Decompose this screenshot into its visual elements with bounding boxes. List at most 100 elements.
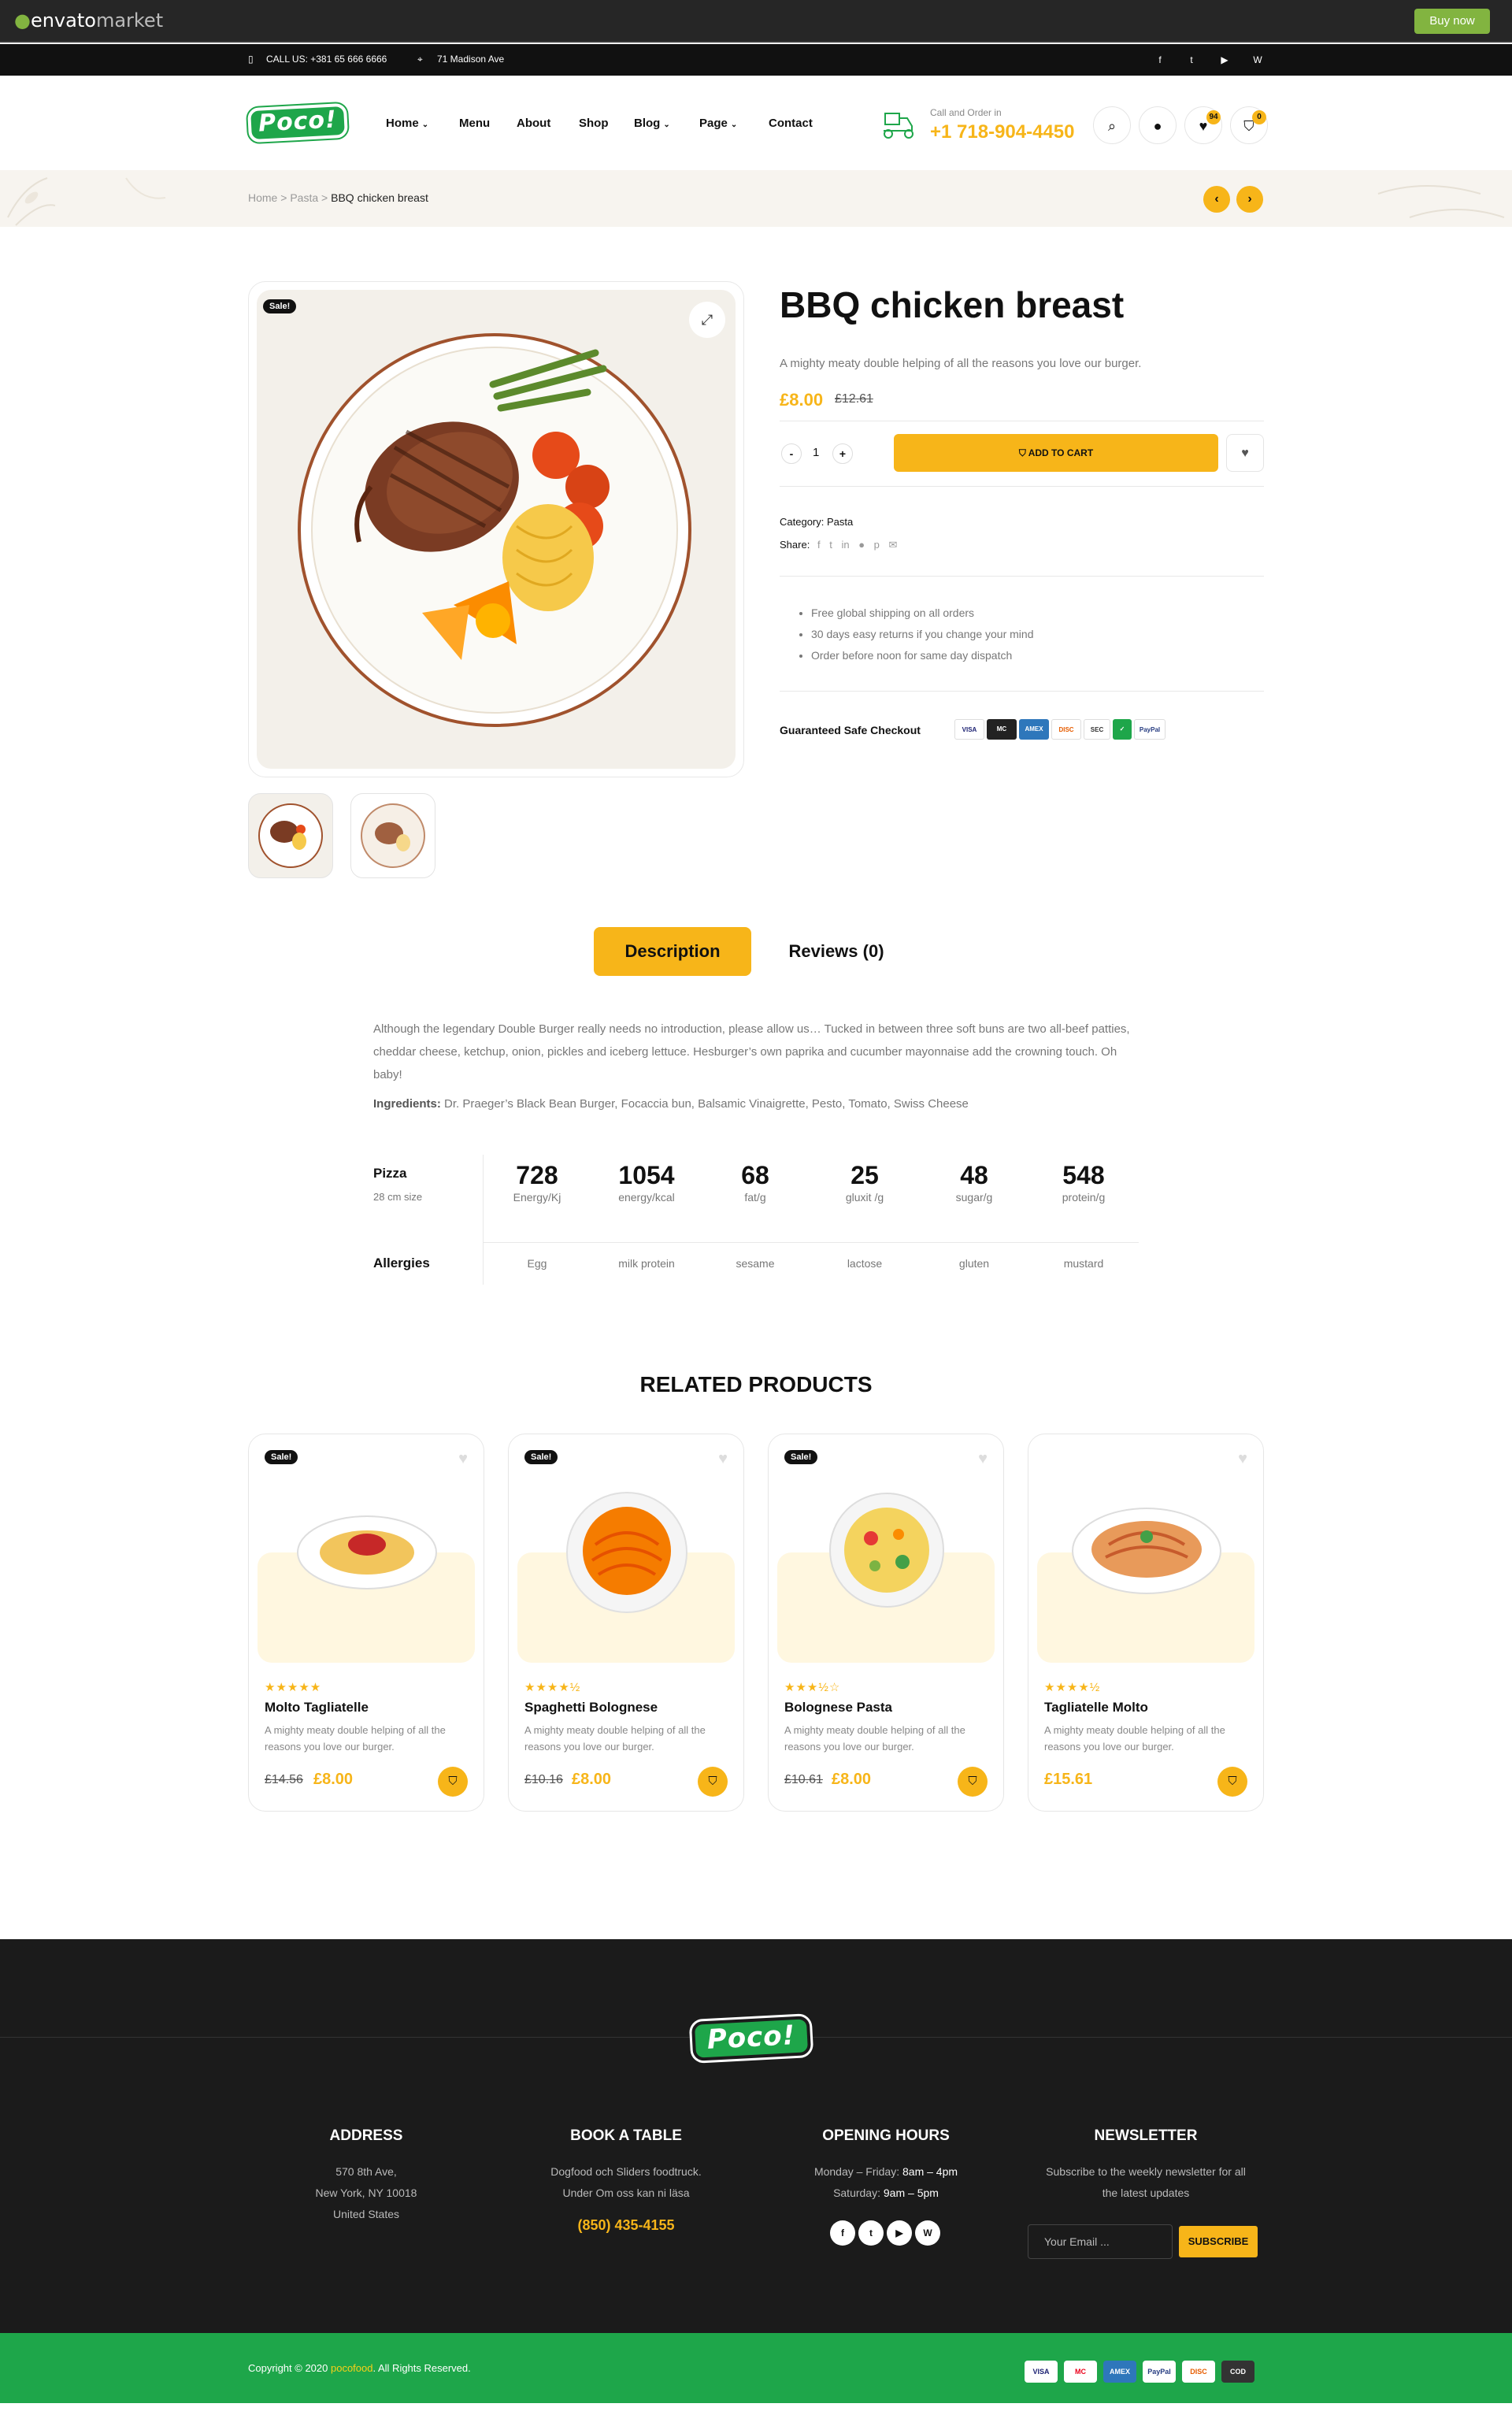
location-icon: ⌖ <box>417 54 423 65</box>
wordpress-icon[interactable]: W <box>1251 53 1265 67</box>
zoom-expand-icon[interactable]: ⤢ <box>689 302 725 338</box>
product-card[interactable]: ♥ ★★★★½ Tagliatelle Molto A mighty meaty… <box>1028 1434 1264 1812</box>
bbq-steak-plate-image <box>298 333 691 727</box>
add-to-cart-button[interactable]: ⛉ ADD TO CART <box>894 434 1218 472</box>
reddit-icon[interactable]: ● <box>858 539 865 551</box>
qty-plus-button[interactable]: + <box>832 443 853 464</box>
youtube-icon[interactable]: ▶ <box>887 2220 912 2246</box>
facebook-icon[interactable]: f <box>817 539 821 551</box>
divider <box>780 691 1264 692</box>
product-card[interactable]: Sale! ♥ ★★★★★ Molto Tagliatelle A mighty… <box>248 1434 484 1812</box>
basket-icon[interactable]: ⛉ <box>698 1767 728 1797</box>
breadcrumb-home[interactable]: Home <box>248 191 277 204</box>
nutrition-value: 548 <box>1062 1161 1105 1189</box>
old-price: £14.56 <box>265 1773 303 1786</box>
copyright-pre: Copyright © 2020 <box>248 2362 331 2374</box>
facebook-icon[interactable]: f <box>1153 53 1167 67</box>
nutrition-value: 48 <box>960 1161 988 1189</box>
product-thumbnail-1[interactable] <box>248 793 333 878</box>
old-price: £10.61 <box>784 1773 823 1786</box>
heart-icon[interactable]: ♥ <box>718 1450 728 1468</box>
hours-time: 8am – 4pm <box>902 2165 958 2178</box>
youtube-icon[interactable]: ▶ <box>1217 53 1232 67</box>
tab-description[interactable]: Description <box>594 927 751 976</box>
leaf-pattern-decoration <box>1377 185 1505 218</box>
topbar-phone[interactable]: CALL US: +381 65 666 6666 <box>266 54 387 65</box>
basket-icon[interactable]: ⛉ <box>438 1767 468 1797</box>
category-value-link[interactable]: Pasta <box>827 516 853 528</box>
delivery-scooter-icon <box>884 113 914 139</box>
linkedin-icon[interactable]: in <box>841 539 849 551</box>
footer-address-title: ADDRESS <box>329 2127 403 2144</box>
breadcrumb-pasta[interactable]: Pasta <box>290 191 318 204</box>
buy-now-button[interactable]: Buy now <box>1414 9 1490 34</box>
product-benefits-list: Free global shipping on all orders 30 da… <box>811 603 1034 666</box>
envato-logo[interactable]: ●envatomarket <box>14 9 163 32</box>
nutrition-vertical-divider <box>483 1155 484 1285</box>
benefit-item: Free global shipping on all orders <box>811 603 1034 624</box>
facebook-icon[interactable]: f <box>830 2220 855 2246</box>
next-product-button[interactable]: › <box>1236 186 1263 213</box>
product-thumbnail-2[interactable] <box>350 793 435 878</box>
brand-logo[interactable]: Poco! <box>246 102 349 143</box>
nutrition-label: sugar/g <box>955 1191 993 1204</box>
nav-page[interactable]: Page ⌄ <box>699 117 737 130</box>
user-icon[interactable]: ● <box>1139 106 1177 144</box>
nav-menu[interactable]: Menu <box>459 117 490 130</box>
heart-icon[interactable]: ♥ <box>458 1450 468 1468</box>
wishlist-button[interactable]: ♥ <box>1226 434 1264 472</box>
newsletter-email-input[interactable]: Your Email ... <box>1028 2224 1173 2259</box>
twitter-icon[interactable]: t <box>829 539 832 551</box>
footer-newsletter-text: Subscribe to the weekly newsletter for a… <box>1004 2161 1288 2204</box>
nutrition-divider <box>483 1242 1139 1243</box>
hours-row: Monday – Friday: 8am – 4pm <box>744 2161 1028 2183</box>
qty-minus-button[interactable]: - <box>781 443 802 464</box>
nav-shop[interactable]: Shop <box>579 117 609 130</box>
product-name[interactable]: Molto Tagliatelle <box>265 1700 369 1716</box>
prev-product-button[interactable]: ‹ <box>1203 186 1230 213</box>
nav-home[interactable]: Home ⌄ <box>386 117 428 130</box>
subscribe-button[interactable]: SUBSCRIBE <box>1179 2226 1258 2257</box>
heart-icon[interactable]: ♥ <box>978 1450 988 1468</box>
breadcrumb-separator: > <box>321 191 328 204</box>
email-icon[interactable]: ✉ <box>889 539 898 551</box>
nav-contact[interactable]: Contact <box>769 117 813 130</box>
qty-value[interactable]: 1 <box>813 446 819 459</box>
envato-logo-suffix: market <box>95 9 164 32</box>
copyright-post: . All Rights Reserved. <box>372 2362 471 2374</box>
basket-icon[interactable]: ⛉ <box>958 1767 988 1797</box>
footer-address: 570 8th Ave, New York, NY 10018 United S… <box>224 2161 508 2225</box>
nav-blog[interactable]: Blog ⌄ <box>634 117 670 130</box>
envato-bar: ●envatomarket Buy now <box>0 0 1512 43</box>
address-line: 570 8th Ave, <box>335 2165 397 2178</box>
call-number[interactable]: +1 718-904-4450 <box>930 121 1075 143</box>
hours-day: Saturday: <box>833 2187 880 2199</box>
product-name[interactable]: Spaghetti Bolognese <box>524 1700 658 1716</box>
product-card[interactable]: Sale! ♥ ★★★★½ Spaghetti Bolognese A migh… <box>508 1434 744 1812</box>
tab-reviews[interactable]: Reviews (0) <box>764 927 909 976</box>
hours-day: Monday – Friday: <box>813 2165 900 2178</box>
footer-hours-title: OPENING HOURS <box>822 2127 950 2144</box>
call-small-text: Call and Order in <box>930 107 1002 118</box>
twitter-icon[interactable]: t <box>1184 53 1199 67</box>
footer-brand-logo[interactable]: Poco! <box>691 2016 812 2061</box>
product-card[interactable]: Sale! ♥ ★★★½☆ Bolognese Pasta A mighty m… <box>768 1434 1004 1812</box>
search-icon[interactable]: ⌕ <box>1093 106 1131 144</box>
product-short-desc: A mighty meaty double helping of all the… <box>780 357 1142 370</box>
nav-about[interactable]: About <box>517 117 550 130</box>
newsletter-line: the latest updates <box>1102 2187 1190 2199</box>
basket-icon[interactable]: ⛉ <box>1217 1767 1247 1797</box>
product-name[interactable]: Tagliatelle Molto <box>1044 1700 1148 1716</box>
twitter-icon[interactable]: t <box>858 2220 884 2246</box>
product-name[interactable]: Bolognese Pasta <box>784 1700 892 1716</box>
sale-badge: Sale! <box>265 1450 298 1464</box>
heart-icon[interactable]: ♥ <box>1238 1450 1247 1468</box>
secure-lock-icon: SEC <box>1084 719 1110 740</box>
wordpress-icon[interactable]: W <box>915 2220 940 2246</box>
copyright-brand-link[interactable]: pocofood <box>331 2362 373 2374</box>
pinterest-icon[interactable]: p <box>874 539 880 551</box>
footer-book-phone[interactable]: (850) 435-4155 <box>484 2217 768 2234</box>
verified-shield-icon: ✓ <box>1113 719 1132 740</box>
address-line: New York, NY 10018 <box>315 2187 417 2199</box>
product-main-image[interactable] <box>248 281 744 777</box>
